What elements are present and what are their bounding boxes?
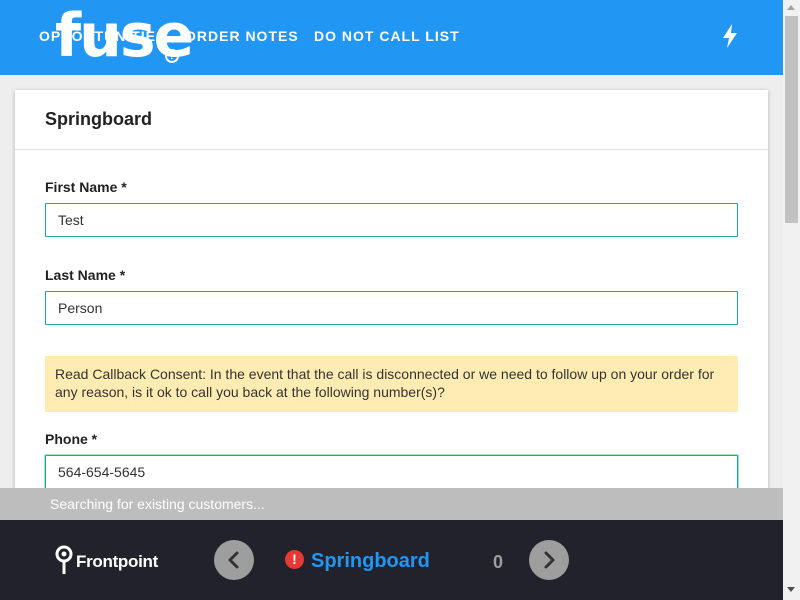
last-name-label: Last Name * [45,267,126,283]
bottom-step-bar: Frontpoint ! Springboard 0 [0,520,783,600]
phone-label: Phone * [45,431,98,447]
step-counter: 0 [493,552,504,572]
previous-step-button[interactable] [214,540,254,580]
search-status-bar: Searching for existing customers... [0,488,783,520]
frontpoint-pin-icon [54,545,74,580]
chevron-right-icon [544,551,555,569]
first-name-input[interactable] [45,203,738,237]
top-navigation-bar: OPPORTUNITIES fuse ? ORDER NOTES DO NOT … [0,0,783,75]
next-step-button[interactable] [529,540,569,580]
lightning-bolt-icon[interactable] [721,24,739,53]
card-title: Springboard [45,109,152,129]
callback-consent-notice: Read Callback Consent: In the event that… [45,356,738,412]
first-name-label: First Name * [45,179,127,195]
search-status-text: Searching for existing customers... [50,496,265,512]
current-step-title: Springboard [311,550,430,572]
card-header: Springboard [15,90,768,150]
page-scrollbar[interactable] [783,0,800,600]
alert-icon: ! [285,550,304,569]
scroll-up-arrow-icon[interactable] [787,5,795,10]
frontpoint-logo-text: Frontpoint [76,552,158,571]
last-name-input[interactable] [45,291,738,325]
scroll-down-arrow-icon[interactable] [787,587,795,592]
nav-do-not-call-list[interactable]: DO NOT CALL LIST [314,28,460,44]
springboard-card: Springboard First Name * Last Name * Rea… [15,90,768,510]
help-icon[interactable]: ? [165,49,179,63]
scrollbar-thumb[interactable] [785,16,798,223]
phone-input[interactable] [45,455,738,489]
chevron-left-icon [228,551,239,569]
nav-order-notes[interactable]: ORDER NOTES [185,28,299,44]
